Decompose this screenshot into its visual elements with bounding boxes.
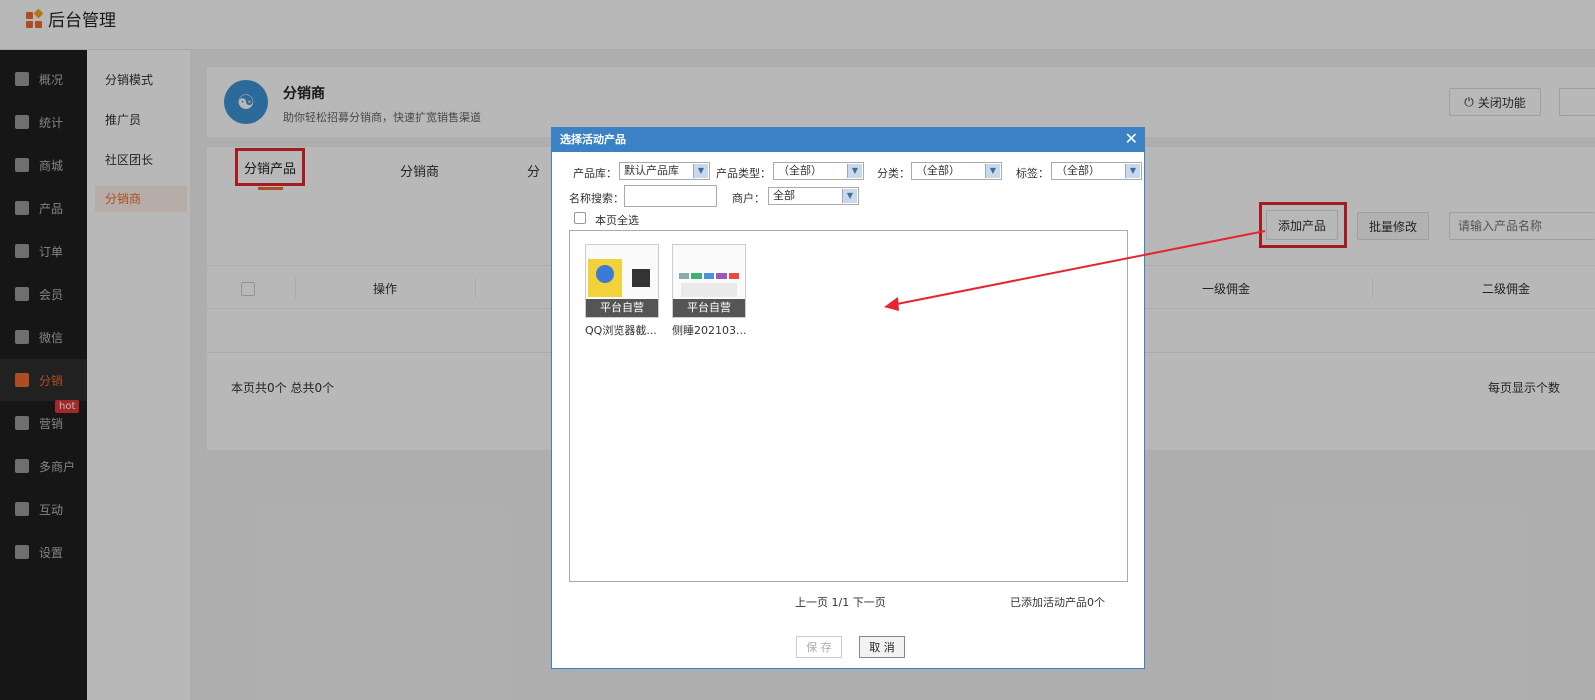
product-thumbnail: 平台自营 xyxy=(585,244,659,318)
thumbnail-figure xyxy=(596,265,614,283)
product-name: QQ浏览器截... xyxy=(585,324,657,337)
tag-label: 标签： xyxy=(1016,167,1049,180)
library-select[interactable]: 默认产品库 ▼ xyxy=(619,162,710,180)
added-count: 已添加活动产品0个 xyxy=(1010,596,1105,609)
product-card[interactable]: 平台自营 侧睡202103... xyxy=(672,244,746,338)
product-card[interactable]: 平台自营 QQ浏览器截... xyxy=(585,244,659,338)
category-label: 分类： xyxy=(877,167,910,180)
product-type-label: 产品类型： xyxy=(716,167,771,180)
tag-select[interactable]: （全部） ▼ xyxy=(1051,162,1142,180)
page-select-all-checkbox[interactable] xyxy=(574,212,586,224)
chevron-down-icon: ▼ xyxy=(985,164,1000,178)
product-name: 侧睡202103... xyxy=(672,324,746,337)
library-label: 产品库： xyxy=(573,167,617,180)
chevron-down-icon: ▼ xyxy=(693,164,708,178)
name-search-input[interactable] xyxy=(624,185,717,207)
dialog-title: 选择活动产品 xyxy=(560,133,626,146)
product-tag: 平台自营 xyxy=(586,299,658,317)
save-button[interactable]: 保 存 xyxy=(796,636,842,658)
product-type-select[interactable]: （全部） ▼ xyxy=(773,162,864,180)
chevron-down-icon: ▼ xyxy=(1125,164,1140,178)
product-thumbnail: 平台自营 xyxy=(672,244,746,318)
thumbnail-text-block xyxy=(681,283,737,297)
qr-code-icon xyxy=(632,269,650,287)
category-select[interactable]: （全部） ▼ xyxy=(911,162,1002,180)
product-list: 平台自营 QQ浏览器截... 平台自营 侧睡202103... xyxy=(569,230,1128,582)
chevron-down-icon: ▼ xyxy=(842,189,857,203)
cancel-button[interactable]: 取 消 xyxy=(859,636,905,658)
select-product-dialog: 选择活动产品 ✕ 产品库： 默认产品库 ▼ 产品类型： （全部） ▼ 分类： （… xyxy=(551,127,1145,669)
dialog-title-bar: 选择活动产品 ✕ xyxy=(552,128,1144,152)
pagination[interactable]: 上一页 1/1 下一页 xyxy=(795,594,886,610)
chevron-down-icon: ▼ xyxy=(847,164,862,178)
close-icon[interactable]: ✕ xyxy=(1125,130,1138,148)
merchant-label: 商户： xyxy=(732,192,765,205)
name-search-label: 名称搜索： xyxy=(569,192,624,205)
merchant-select[interactable]: 全部 ▼ xyxy=(768,187,859,205)
page-select-all-label: 本页全选 xyxy=(595,214,639,227)
thumbnail-color-swatches xyxy=(679,273,740,279)
product-tag: 平台自营 xyxy=(673,299,745,317)
